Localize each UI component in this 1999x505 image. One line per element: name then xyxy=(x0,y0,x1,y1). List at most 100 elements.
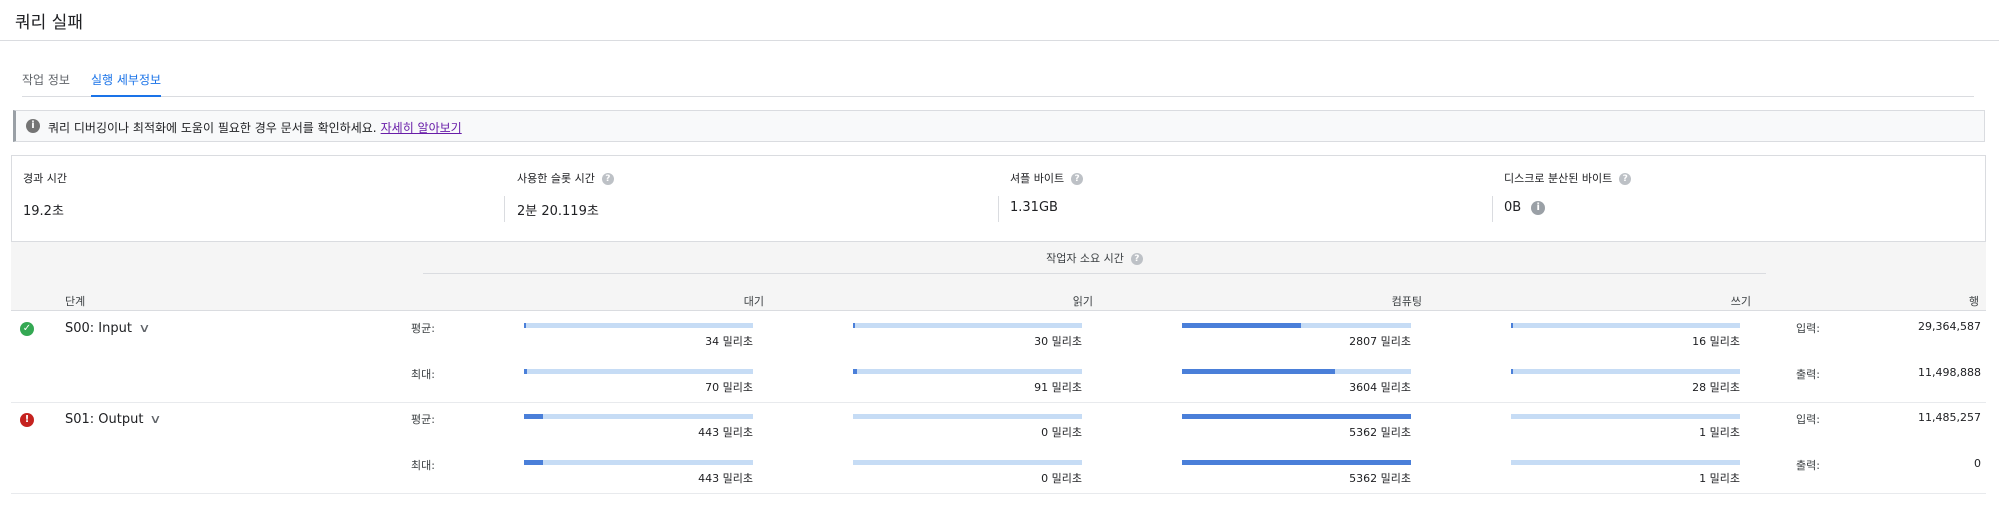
column-header-rows: 행 xyxy=(1968,295,1979,308)
compute-value: 3604 밀리초 xyxy=(1349,381,1411,394)
learn-more-link[interactable]: 자세히 알아보기 xyxy=(381,121,462,135)
compute-bar-fill xyxy=(1182,323,1302,328)
stat-divider xyxy=(504,196,505,222)
success-check-icon: ✓ xyxy=(20,322,34,336)
input-rows-label: 입력: xyxy=(1796,322,1820,335)
write-value: 28 밀리초 xyxy=(1692,381,1740,394)
page-header: 쿼리 실패 xyxy=(0,0,1999,41)
output-rows-value: 0 xyxy=(1974,457,1981,470)
stage-name-toggle[interactable]: S01: Output ∨ xyxy=(65,412,162,427)
column-header-stage: 단계 xyxy=(65,295,86,308)
read-bar-track xyxy=(853,414,1082,419)
average-label: 평균: xyxy=(411,413,435,426)
output-rows-value: 11,498,888 xyxy=(1918,366,1981,379)
stat-label: 셔플 바이트? xyxy=(1010,170,1084,186)
help-icon[interactable]: ? xyxy=(1130,253,1143,265)
compute-bar-track xyxy=(1182,414,1411,419)
stat-value: 0B i xyxy=(1504,200,1546,215)
wait-bar-track xyxy=(524,460,753,465)
info-icon[interactable]: i xyxy=(1531,200,1546,215)
average-label: 평균: xyxy=(411,322,435,335)
compute-value: 2807 밀리초 xyxy=(1349,335,1411,348)
read-bar-fill xyxy=(853,369,857,374)
stat-label: 디스크로 분산된 바이트? xyxy=(1504,170,1632,186)
output-rows-label: 출력: xyxy=(1796,368,1820,381)
write-value: 1 밀리초 xyxy=(1699,426,1740,439)
stat-divider xyxy=(998,196,999,222)
read-bar-track xyxy=(853,323,1082,328)
stat-divider xyxy=(1492,196,1493,222)
tab-bar: 작업 정보 실행 세부정보 xyxy=(22,57,1974,97)
info-banner: i 쿼리 디버깅이나 최적화에 도움이 필요한 경우 문서를 확인하세요. 자세히… xyxy=(13,110,1985,142)
help-icon[interactable]: ? xyxy=(1071,173,1084,185)
write-value: 16 밀리초 xyxy=(1692,335,1740,348)
write-bar-fill xyxy=(1511,323,1513,328)
compute-bar-fill xyxy=(1182,460,1411,465)
read-bar-track xyxy=(853,460,1082,465)
stage-name: S01: Output xyxy=(65,412,144,427)
compute-bar-fill xyxy=(1182,369,1336,374)
write-bar-track xyxy=(1511,460,1740,465)
compute-value: 5362 밀리초 xyxy=(1349,472,1411,485)
wait-value: 443 밀리초 xyxy=(698,472,753,485)
read-value: 91 밀리초 xyxy=(1034,381,1082,394)
error-icon: ! xyxy=(20,413,34,427)
info-banner-message: 쿼리 디버깅이나 최적화에 도움이 필요한 경우 문서를 확인하세요. xyxy=(48,121,377,135)
stage-name-toggle[interactable]: S00: Input ∨ xyxy=(65,321,151,336)
read-value: 0 밀리초 xyxy=(1041,472,1082,485)
stage-name: S00: Input xyxy=(65,321,132,336)
tab-job-info[interactable]: 작업 정보 xyxy=(22,71,70,97)
stat-label: 사용한 슬롯 시간? xyxy=(517,170,614,186)
help-icon[interactable]: ? xyxy=(1619,173,1632,185)
max-label: 최대: xyxy=(411,368,435,381)
compute-bar-track xyxy=(1182,369,1411,374)
column-header-wait: 대기 xyxy=(743,295,764,308)
wait-bar-track xyxy=(524,414,753,419)
input-rows-label: 입력: xyxy=(1796,413,1820,426)
write-value: 1 밀리초 xyxy=(1699,472,1740,485)
wait-value: 34 밀리초 xyxy=(705,335,753,348)
max-label: 최대: xyxy=(411,459,435,472)
table-header: 작업자 소요 시간? 단계 대기 읽기 컴퓨팅 쓰기 행 xyxy=(11,241,1986,311)
worker-time-group-label: 작업자 소요 시간? xyxy=(423,250,1766,266)
write-bar-track xyxy=(1511,323,1740,328)
stat-value: 2분 20.119초 xyxy=(517,204,599,219)
table-row: ✓ S00: Input ∨ 평균: 34 밀리초 30 밀리초 2807 밀리초 16 밀리… xyxy=(11,312,1986,403)
input-rows-value: 29,364,587 xyxy=(1918,320,1981,333)
input-rows-value: 11,485,257 xyxy=(1918,411,1981,424)
read-value: 30 밀리초 xyxy=(1034,335,1082,348)
stat-value: 19.2초 xyxy=(23,204,64,219)
stat-value: 1.31GB xyxy=(1010,200,1058,215)
chevron-down-icon[interactable]: ∨ xyxy=(150,412,162,426)
wait-value: 443 밀리초 xyxy=(698,426,753,439)
info-banner-text: 쿼리 디버깅이나 최적화에 도움이 필요한 경우 문서를 확인하세요. 자세히 알… xyxy=(48,119,462,136)
write-bar-fill xyxy=(1511,369,1513,374)
stages-table: 작업자 소요 시간? 단계 대기 읽기 컴퓨팅 쓰기 행 ✓ S00: Input… xyxy=(11,241,1986,494)
group-divider xyxy=(423,273,1766,274)
stat-label: 경과 시간 xyxy=(23,172,67,185)
wait-bar-fill xyxy=(524,460,543,465)
compute-value: 5362 밀리초 xyxy=(1349,426,1411,439)
wait-bar-track xyxy=(524,369,753,374)
wait-value: 70 밀리초 xyxy=(705,381,753,394)
read-bar-fill xyxy=(853,323,856,328)
wait-bar-fill xyxy=(524,414,543,419)
column-header-read: 읽기 xyxy=(1072,295,1093,308)
write-bar-track xyxy=(1511,369,1740,374)
chevron-down-icon[interactable]: ∨ xyxy=(138,321,150,335)
wait-bar-fill xyxy=(524,323,527,328)
page-title: 쿼리 실패 xyxy=(15,13,83,33)
tab-execution-details[interactable]: 실행 세부정보 xyxy=(91,71,162,97)
column-header-compute: 컴퓨팅 xyxy=(1391,295,1422,308)
stats-panel: 경과 시간 19.2초 사용한 슬롯 시간? 2분 20.119초 셔플 바이트… xyxy=(11,155,1986,241)
help-icon[interactable]: ? xyxy=(601,173,614,185)
table-row: ! S01: Output ∨ 평균: 443 밀리초 0 밀리초 5362 밀리초 1 밀리… xyxy=(11,403,1986,494)
info-icon: i xyxy=(26,119,40,133)
output-rows-label: 출력: xyxy=(1796,459,1820,472)
read-value: 0 밀리초 xyxy=(1041,426,1082,439)
compute-bar-track xyxy=(1182,460,1411,465)
compute-bar-fill xyxy=(1182,414,1411,419)
read-bar-track xyxy=(853,369,1082,374)
column-header-write: 쓰기 xyxy=(1730,295,1751,308)
compute-bar-track xyxy=(1182,323,1411,328)
